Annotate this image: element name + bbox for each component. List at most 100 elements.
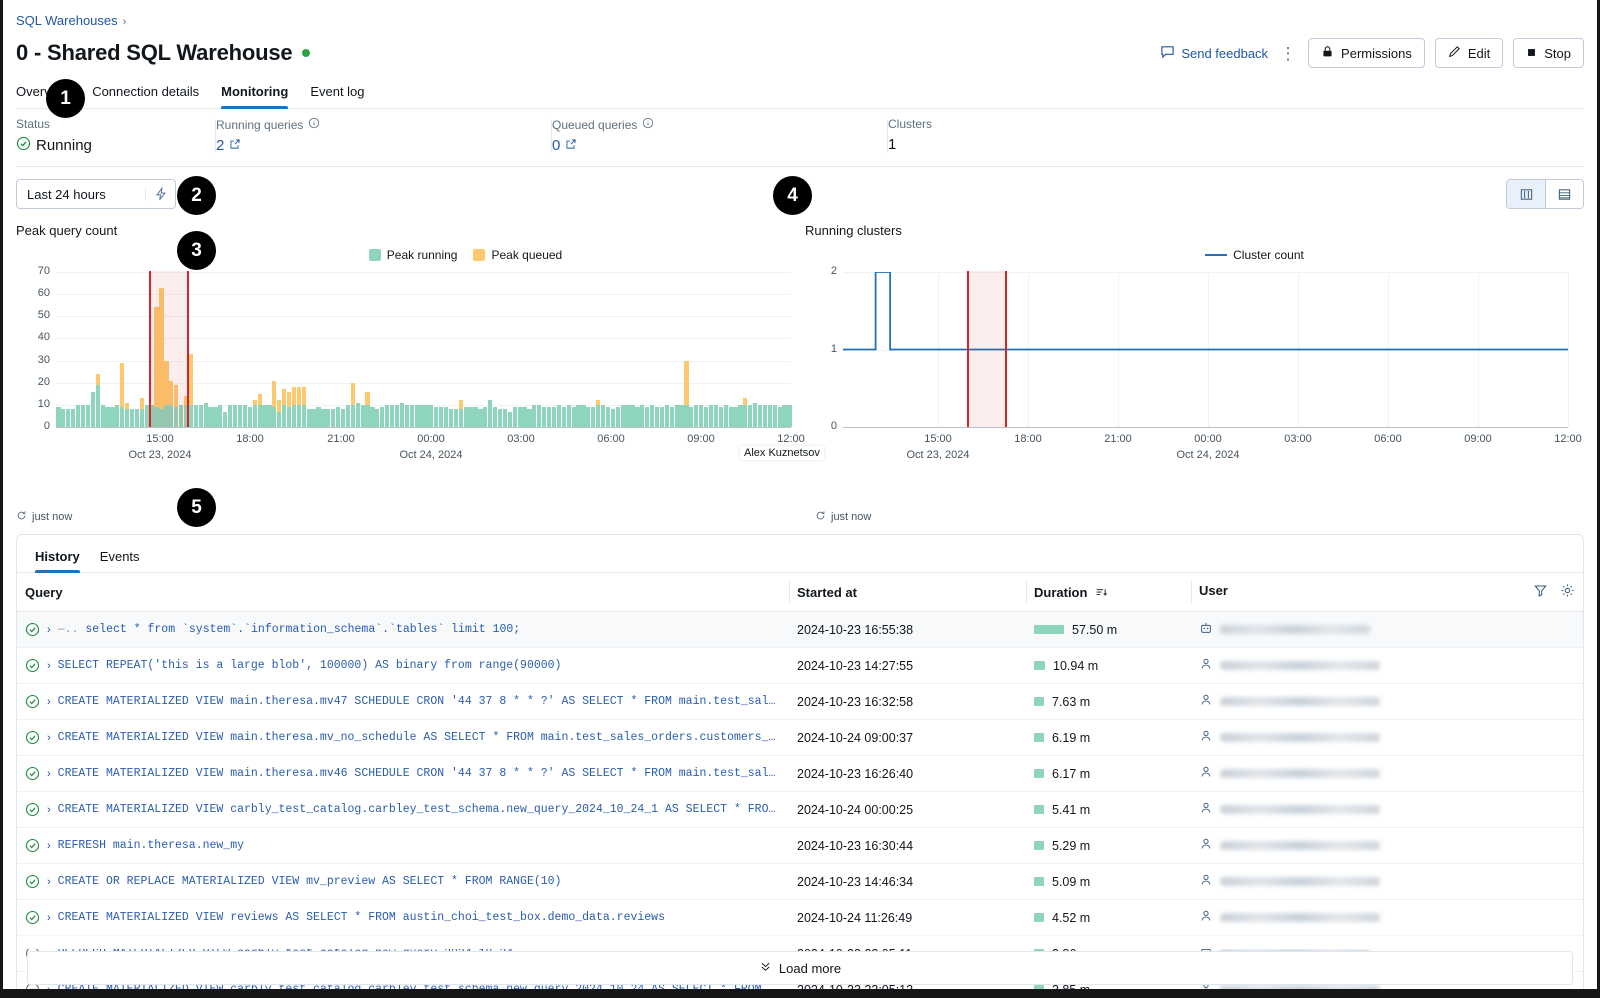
bar[interactable]	[625, 404, 630, 427]
bar[interactable]	[556, 404, 561, 427]
bar[interactable]	[458, 400, 463, 427]
cell-query[interactable]: › CREATE MATERIALIZED VIEW main.theresa.m…	[17, 683, 789, 720]
bar[interactable]	[326, 409, 331, 427]
bar[interactable]	[311, 409, 316, 427]
tab-events[interactable]: Events	[100, 549, 140, 572]
cell-query[interactable]: › CREATE MATERIALIZED VIEW main.theresa.m…	[17, 755, 789, 792]
bar[interactable]	[787, 404, 792, 427]
bar[interactable]	[718, 407, 723, 427]
bar[interactable]	[399, 402, 404, 427]
bar[interactable]	[551, 407, 557, 427]
expand-row-icon[interactable]: ›	[47, 804, 51, 816]
bar[interactable]	[532, 404, 537, 427]
load-more-button[interactable]: Load more	[27, 951, 1573, 985]
bar[interactable]	[232, 404, 238, 427]
bar[interactable]	[125, 402, 130, 427]
bar[interactable]	[468, 407, 473, 427]
bar[interactable]	[375, 409, 380, 427]
bar[interactable]	[301, 387, 306, 427]
bar[interactable]	[424, 404, 429, 427]
expand-row-icon[interactable]: ›	[47, 696, 51, 708]
legend-item-peak-queued[interactable]: Peak queued	[473, 248, 562, 262]
tab-monitoring[interactable]: Monitoring	[221, 84, 289, 109]
bar[interactable]	[66, 409, 71, 427]
bar[interactable]	[777, 407, 782, 427]
cell-query[interactable]: › —.. select * from `system`.`information_…	[17, 611, 789, 648]
peak-query-count-plot[interactable]: 70 60 50 40 30 20 10 0 15:00 18:00 21:00 00:00 03:00…	[16, 265, 805, 466]
time-range-select[interactable]: Last 24 hours	[16, 179, 176, 209]
cell-query[interactable]: › SELECT REPEAT('this is a large blob', 1…	[17, 647, 789, 684]
bar[interactable]	[198, 404, 203, 427]
bar[interactable]	[615, 407, 620, 427]
stop-button[interactable]: Stop	[1513, 38, 1584, 68]
view-toggle-table-button[interactable]	[1545, 180, 1583, 208]
bar[interactable]	[434, 407, 439, 427]
column-header-user[interactable]: User	[1191, 573, 1583, 612]
bar[interactable]	[321, 409, 326, 427]
bar[interactable]	[336, 407, 341, 427]
bar[interactable]	[291, 387, 297, 427]
bar[interactable]	[669, 407, 674, 427]
bar[interactable]	[188, 353, 194, 427]
table-row[interactable]: › —.. select * from `system`.`information_…	[17, 611, 1583, 648]
bar[interactable]	[478, 409, 483, 427]
bar[interactable]	[463, 407, 468, 427]
bar[interactable]	[90, 391, 95, 427]
cell-query[interactable]: › CREATE OR REPLACE MATERIALIZED VIEW mv_…	[17, 863, 789, 900]
bar[interactable]	[473, 407, 478, 427]
bar[interactable]	[208, 407, 213, 427]
bar[interactable]	[394, 404, 400, 427]
filter-icon[interactable]	[1533, 583, 1548, 601]
bar[interactable]	[748, 404, 753, 427]
tab-event-log[interactable]: Event log	[310, 84, 364, 108]
bar[interactable]	[355, 402, 360, 427]
bar[interactable]	[228, 404, 233, 427]
bar[interactable]	[488, 400, 493, 427]
bar[interactable]	[517, 407, 522, 427]
bar[interactable]	[120, 362, 125, 427]
bar[interactable]	[674, 404, 679, 427]
expand-row-icon[interactable]: ›	[47, 660, 51, 672]
bar[interactable]	[409, 404, 414, 427]
bar[interactable]	[267, 404, 272, 427]
breadcrumb-sql-warehouses[interactable]: SQL Warehouses	[16, 13, 118, 28]
bar[interactable]	[738, 404, 743, 427]
bar[interactable]	[566, 404, 571, 427]
bar[interactable]	[404, 404, 409, 427]
expand-row-icon[interactable]: ›	[47, 732, 51, 744]
bar[interactable]	[139, 398, 144, 427]
bar[interactable]	[703, 407, 709, 427]
bar[interactable]	[659, 407, 665, 427]
info-icon[interactable]	[308, 117, 320, 132]
bar[interactable]	[713, 404, 718, 427]
bar[interactable]	[203, 402, 208, 427]
bar[interactable]	[237, 404, 243, 427]
bar[interactable]	[483, 407, 488, 427]
info-icon[interactable]	[642, 117, 654, 132]
metric-queued-queries-value-wrap[interactable]: 0	[552, 137, 864, 154]
bar[interactable]	[218, 404, 223, 427]
bar[interactable]	[242, 404, 247, 427]
bar[interactable]	[502, 409, 508, 427]
bar[interactable]	[635, 407, 640, 427]
bar[interactable]	[100, 404, 105, 427]
bar[interactable]	[605, 407, 611, 427]
bar[interactable]	[542, 407, 547, 427]
running-clusters-refresh[interactable]: just now	[815, 510, 1584, 524]
permissions-button[interactable]: Permissions	[1308, 38, 1425, 68]
bar[interactable]	[85, 404, 90, 427]
bar[interactable]	[581, 404, 586, 427]
bar[interactable]	[350, 382, 355, 427]
table-row[interactable]: › CREATE MATERIALIZED VIEW carbly_test_ca…	[17, 791, 1583, 828]
sort-descending-icon[interactable]	[1095, 585, 1108, 600]
bar[interactable]	[571, 407, 576, 427]
bar[interactable]	[640, 404, 645, 427]
bar[interactable]	[762, 404, 768, 427]
bar[interactable]	[439, 407, 444, 427]
edit-button[interactable]: Edit	[1434, 38, 1504, 68]
tab-history[interactable]: History	[35, 549, 80, 573]
view-toggle-bar-button[interactable]	[1507, 180, 1545, 208]
bar[interactable]	[385, 404, 390, 427]
bar[interactable]	[105, 407, 110, 427]
bar[interactable]	[331, 409, 336, 427]
